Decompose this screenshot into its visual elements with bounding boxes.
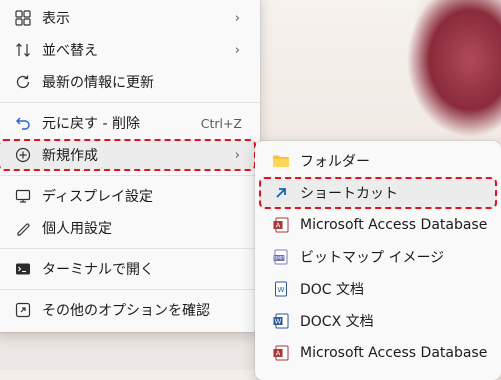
view-icon bbox=[14, 9, 32, 27]
menu-separator bbox=[0, 175, 260, 176]
submenu-item-label: DOCX 文档 bbox=[300, 314, 374, 330]
chevron-right-icon: › bbox=[234, 42, 240, 58]
submenu-item-doc[interactable]: W DOC 文档 bbox=[259, 273, 497, 305]
chevron-right-icon: › bbox=[234, 147, 240, 163]
bitmap-icon: BMP bbox=[272, 248, 290, 266]
menu-item-new[interactable]: 新規作成 › bbox=[0, 139, 256, 171]
submenu-item-bitmap[interactable]: BMP ビットマップ イメージ bbox=[259, 241, 497, 273]
menu-item-sort[interactable]: 並べ替え › bbox=[0, 34, 256, 66]
menu-item-label: 並べ替え bbox=[42, 43, 98, 59]
submenu-item-label: Microsoft Access Database bbox=[300, 217, 488, 233]
svg-text:W: W bbox=[278, 286, 285, 294]
undo-icon bbox=[14, 114, 32, 132]
display-icon bbox=[14, 187, 32, 205]
submenu-item-access-database-2[interactable]: A Microsoft Access Database bbox=[259, 337, 497, 369]
menu-item-undo[interactable]: 元に戻す - 削除 Ctrl+Z bbox=[0, 107, 256, 139]
submenu-item-docx[interactable]: W DOCX 文档 bbox=[259, 305, 497, 337]
submenu-item-label: ショートカット bbox=[300, 186, 398, 202]
menu-item-label: 個人用設定 bbox=[42, 221, 112, 237]
doc-icon: W bbox=[272, 280, 290, 298]
menu-item-label: 表示 bbox=[42, 11, 70, 27]
new-submenu: フォルダー ショートカット A Microsoft Access Databas… bbox=[255, 141, 501, 380]
menu-separator bbox=[0, 248, 260, 249]
menu-item-label: その他のオプションを確認 bbox=[42, 303, 210, 319]
submenu-item-shortcut[interactable]: ショートカット bbox=[259, 177, 497, 209]
refresh-icon bbox=[14, 73, 32, 91]
menu-item-label: ターミナルで開く bbox=[42, 262, 154, 278]
docx-icon: W bbox=[272, 312, 290, 330]
svg-text:BMP: BMP bbox=[274, 256, 284, 262]
menu-item-label: 元に戻す - 削除 bbox=[42, 116, 140, 132]
svg-text:A: A bbox=[276, 222, 281, 230]
personalize-icon bbox=[14, 219, 32, 237]
submenu-item-access-database[interactable]: A Microsoft Access Database bbox=[259, 209, 497, 241]
terminal-icon bbox=[14, 260, 32, 278]
submenu-item-folder[interactable]: フォルダー bbox=[259, 145, 497, 177]
svg-text:W: W bbox=[275, 318, 282, 326]
sort-icon bbox=[14, 41, 32, 59]
folder-icon bbox=[272, 152, 290, 170]
chevron-right-icon: › bbox=[234, 10, 240, 26]
more-options-icon bbox=[14, 301, 32, 319]
menu-separator bbox=[0, 102, 260, 103]
submenu-item-label: ビットマップ イメージ bbox=[300, 250, 445, 266]
menu-item-label: 新規作成 bbox=[42, 148, 98, 164]
menu-item-label: ディスプレイ設定 bbox=[42, 189, 154, 205]
access-icon: A bbox=[272, 216, 290, 234]
menu-item-personalize[interactable]: 個人用設定 bbox=[0, 212, 256, 244]
menu-item-more-options[interactable]: その他のオプションを確認 bbox=[0, 294, 256, 326]
shortcut-icon bbox=[272, 184, 290, 202]
submenu-item-label: フォルダー bbox=[300, 154, 370, 170]
menu-item-view[interactable]: 表示 › bbox=[0, 2, 256, 34]
shortcut-label: Ctrl+Z bbox=[200, 115, 242, 131]
menu-item-refresh[interactable]: 最新の情報に更新 bbox=[0, 66, 256, 98]
menu-item-open-terminal[interactable]: ターミナルで開く bbox=[0, 253, 256, 285]
menu-item-label: 最新の情報に更新 bbox=[42, 75, 154, 91]
svg-text:A: A bbox=[276, 350, 281, 358]
access-icon: A bbox=[272, 344, 290, 362]
submenu-item-label: Microsoft Access Database bbox=[300, 345, 488, 361]
submenu-item-label: DOC 文档 bbox=[300, 282, 365, 298]
desktop-context-menu: 表示 › 並べ替え › 最新の情報に更新 元に戻す - 削除 Ctrl+Z 新規… bbox=[0, 0, 260, 332]
menu-separator bbox=[0, 289, 260, 290]
menu-item-display-settings[interactable]: ディスプレイ設定 bbox=[0, 180, 256, 212]
new-icon bbox=[14, 146, 32, 164]
